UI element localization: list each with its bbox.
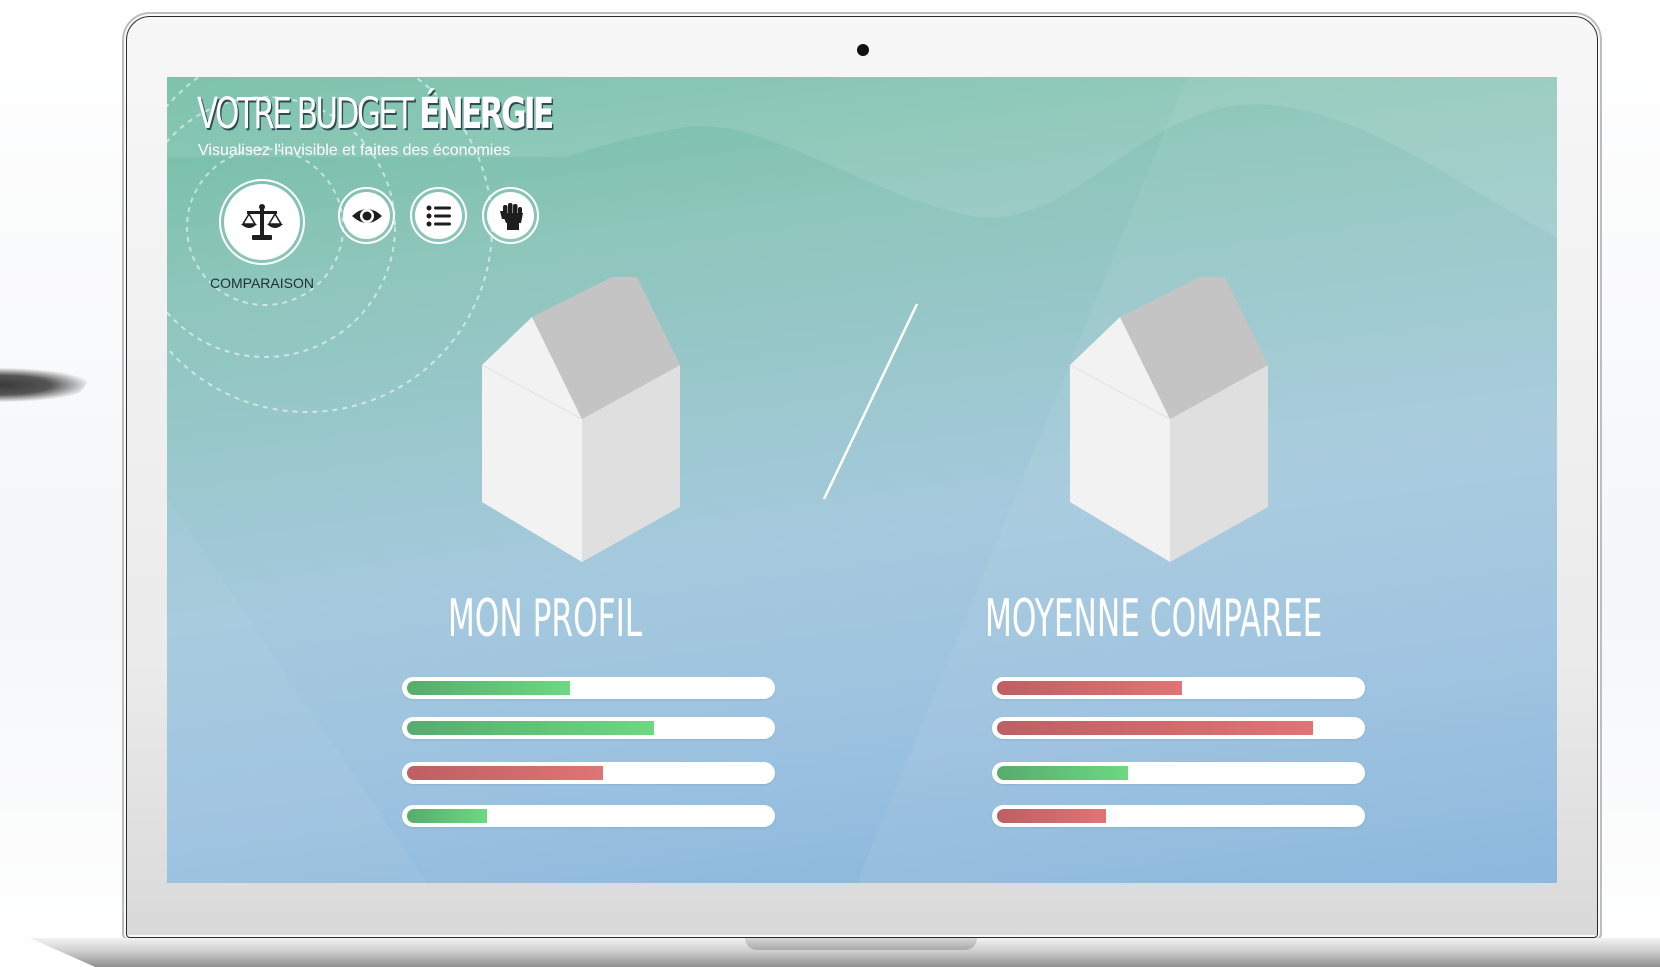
indicator-bar-fill [997, 809, 1106, 823]
indicator-bar-fill [407, 766, 603, 780]
app-screen: VOTRE BUDGET ÉNERGIE Visualisez l'invisi… [167, 77, 1557, 883]
profile-title-average: MOYENNE COMPAREE [985, 589, 1323, 649]
house-icon [1070, 277, 1268, 562]
nav-button-ring [410, 187, 467, 244]
background-shadow-shape [0, 368, 90, 402]
nav-list-button[interactable] [410, 187, 467, 244]
indicator-bar-track [992, 677, 1365, 699]
indicator-bar-fill [997, 681, 1182, 695]
nav-comparaison-button[interactable] [219, 179, 305, 265]
nav-active-ring [219, 179, 305, 265]
indicator-bar-track [402, 717, 775, 739]
profile-title-mine: MON PROFIL [447, 589, 643, 649]
nav-comparaison-label: COMPARAISON [210, 275, 314, 291]
nav-eye-button[interactable] [338, 187, 395, 244]
divider-line [822, 303, 919, 500]
nav-fist-button[interactable] [482, 187, 539, 244]
indicator-bar-track [992, 762, 1365, 784]
nav-button-ring [338, 187, 395, 244]
indicator-bar-track [992, 805, 1365, 827]
indicator-bar-fill [407, 721, 654, 735]
nav-button-ring [482, 187, 539, 244]
house-icon [482, 277, 680, 562]
indicator-bar-track [992, 717, 1365, 739]
app-title-bold: ÉNERGIE [419, 89, 554, 139]
indicator-bar-fill [407, 809, 487, 823]
laptop-notch [745, 938, 977, 950]
indicator-bar-track [402, 805, 775, 827]
indicator-bar-track [402, 762, 775, 784]
app-subtitle: Visualisez l'invisible et faites des éco… [198, 142, 511, 159]
camera-icon [857, 44, 869, 56]
app-title: VOTRE BUDGET ÉNERGIE [197, 89, 554, 139]
indicator-bar-fill [997, 766, 1128, 780]
indicator-bar-fill [407, 681, 570, 695]
indicator-bar-track [402, 677, 775, 699]
app-title-light: VOTRE BUDGET [197, 89, 420, 139]
indicator-bar-fill [997, 721, 1313, 735]
